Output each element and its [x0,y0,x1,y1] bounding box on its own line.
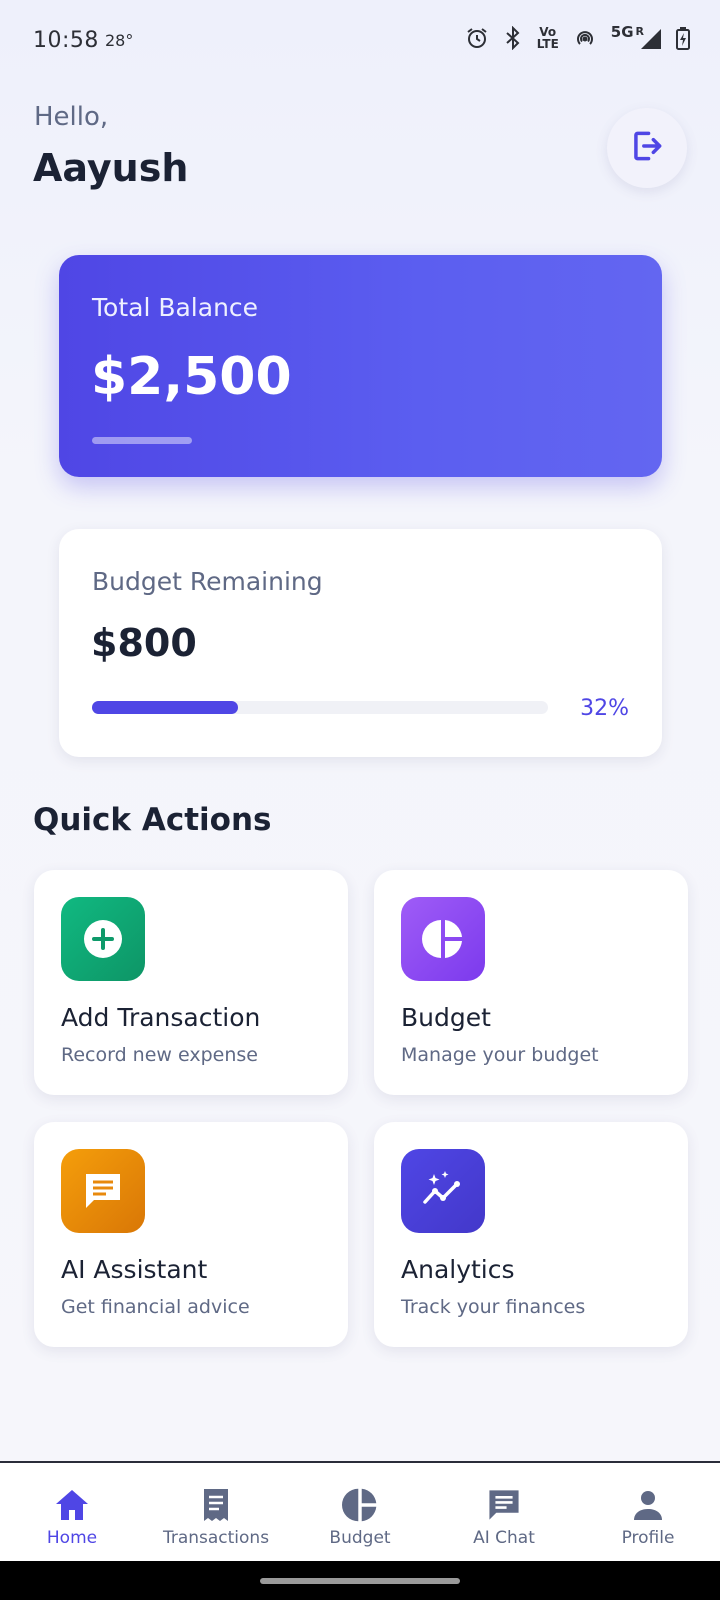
system-gesture-area [0,1561,720,1600]
budget-remaining-label: Budget Remaining [92,567,323,596]
nav-label: Profile [621,1528,675,1548]
action-subtitle: Get financial advice [61,1296,250,1318]
budget-percent: 32% [580,696,629,721]
volte-icon: Vo LTE [536,25,559,51]
nav-item-ai-chat[interactable]: AI Chat [432,1463,576,1563]
nav-label: AI Chat [473,1528,535,1548]
nav-item-profile[interactable]: Profile [576,1463,720,1563]
battery-icon [676,26,690,50]
action-title: Add Transaction [61,1003,261,1032]
action-title: Analytics [401,1255,515,1284]
pie-chart-icon [401,897,485,981]
home-icon [54,1487,90,1523]
nav-label: Budget [329,1528,391,1548]
status-temperature: 28° [105,31,134,50]
action-subtitle: Manage your budget [401,1044,599,1066]
quick-action-ai-assistant[interactable]: AI Assistant Get financial advice [34,1122,348,1347]
logout-icon [628,127,666,169]
quick-action-add-transaction[interactable]: Add Transaction Record new expense [34,870,348,1095]
total-balance-amount: $2,500 [91,347,292,407]
receipt-icon [200,1487,232,1523]
nav-label: Home [46,1528,98,1548]
quick-action-budget[interactable]: Budget Manage your budget [374,870,688,1095]
action-subtitle: Track your finances [401,1296,586,1318]
balance-decoration-bar [92,437,192,444]
status-bar: 10:58 28° Vo LTE 5G R [0,0,720,84]
bottom-navigation: Home Transactions Budget AI Chat Profile [0,1461,720,1561]
analytics-icon [401,1149,485,1233]
total-balance-label: Total Balance [92,293,259,322]
budget-remaining-card: Budget Remaining $800 32% [59,529,662,757]
user-name: Aayush [33,146,189,190]
quick-actions-title: Quick Actions [33,802,272,838]
quick-action-analytics[interactable]: Analytics Track your finances [374,1122,688,1347]
nav-label: Transactions [162,1528,270,1548]
action-subtitle: Record new expense [61,1044,258,1066]
nav-item-budget[interactable]: Budget [288,1463,432,1563]
budget-progress-bar [92,701,548,714]
greeting-text: Hello, [34,102,109,132]
nav-item-transactions[interactable]: Transactions [144,1463,288,1563]
status-icons: Vo LTE 5G R [465,25,690,51]
chat-icon [486,1487,522,1523]
logout-button[interactable] [607,108,687,188]
budget-remaining-amount: $800 [91,621,197,665]
status-time: 10:58 [33,28,99,53]
action-title: Budget [401,1003,491,1032]
total-balance-card: Total Balance $2,500 [59,255,662,477]
nav-item-home[interactable]: Home [0,1463,144,1563]
budget-progress-fill [92,701,238,714]
add-circle-icon [61,897,145,981]
chat-icon [61,1149,145,1233]
alarm-icon [465,26,489,50]
action-title: AI Assistant [61,1255,208,1284]
gesture-handle[interactable] [260,1578,460,1584]
pie-chart-icon [342,1487,378,1523]
person-icon [632,1487,664,1523]
signal-icon: 5G R [611,25,662,50]
bluetooth-icon [503,26,523,50]
hotspot-icon [573,26,597,50]
